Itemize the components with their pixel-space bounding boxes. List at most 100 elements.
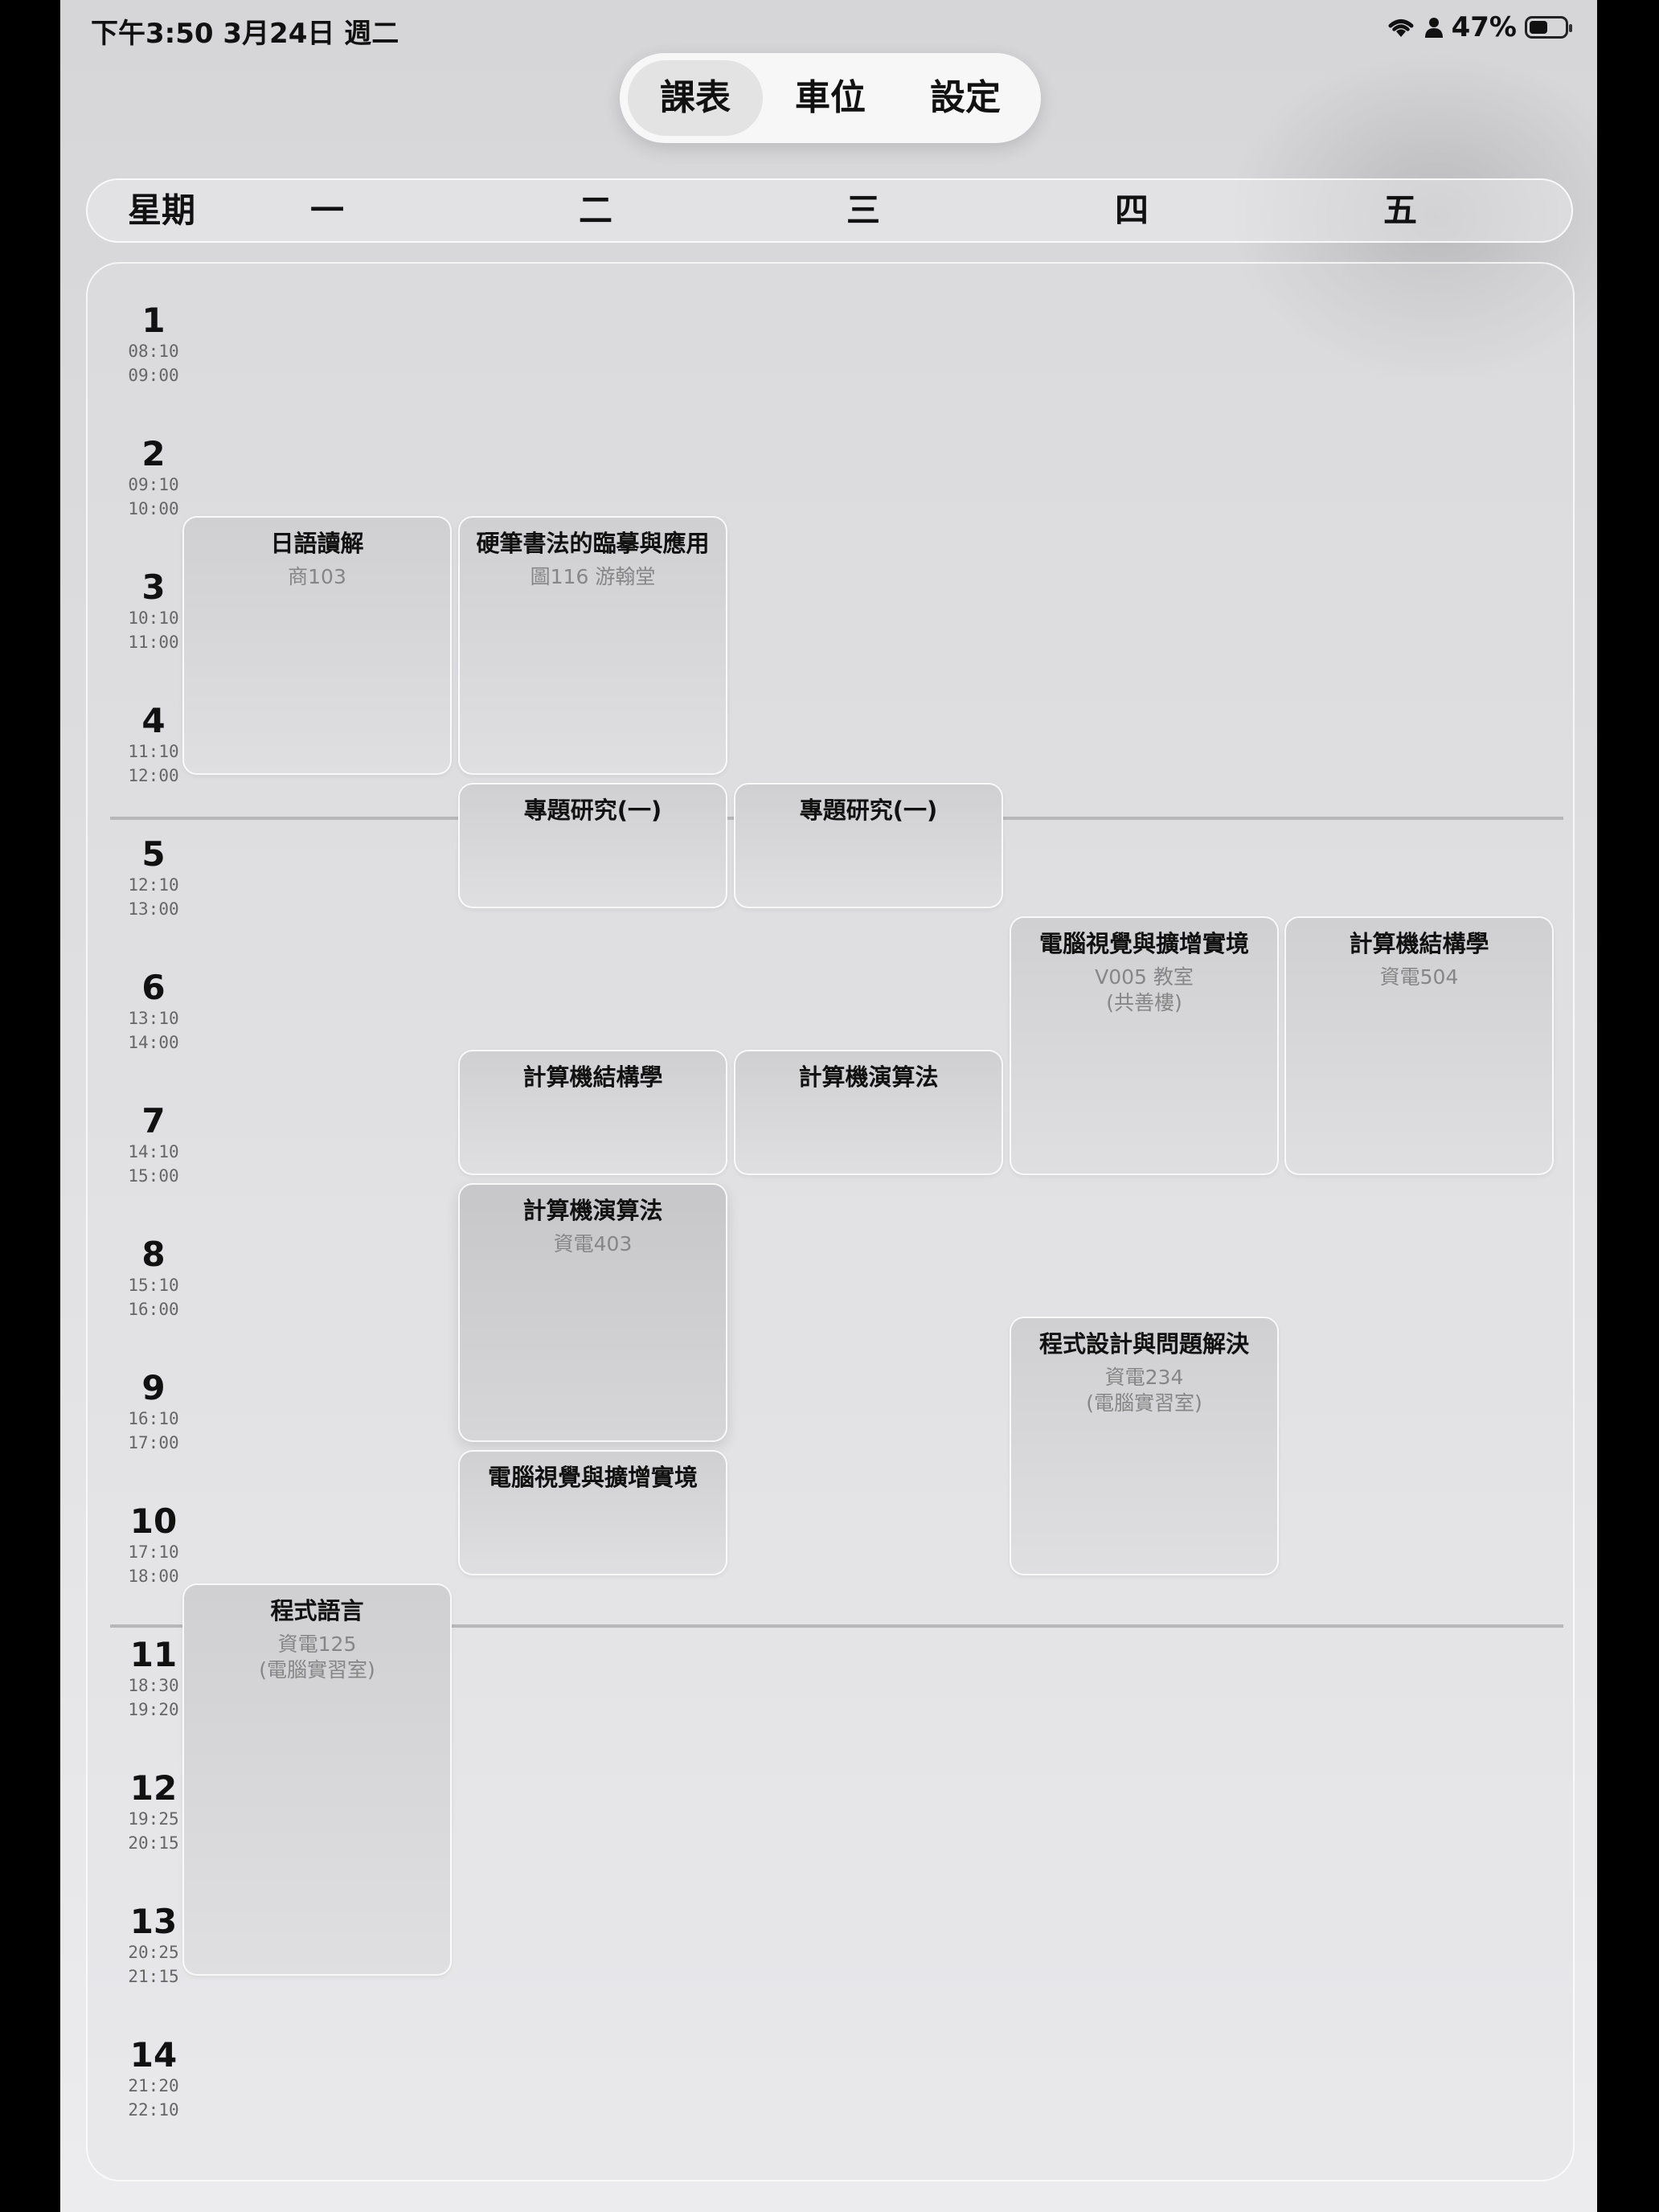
tab-schedule[interactable]: 課表 [628,60,763,136]
course-room-note: (電腦實習室) [259,1658,375,1682]
weekday-label: 星期 [127,190,196,230]
course-room-note: (電腦實習室) [1086,1391,1202,1415]
course-card[interactable]: 程式語言資電125 (電腦實習室) [182,1583,452,1976]
period-start-time: 10:10 [128,608,179,628]
period-number: 5 [141,834,166,874]
weekday-mon: 一 [309,190,345,230]
period-end-time: 19:20 [128,1700,179,1719]
course-title: 硬筆書法的臨摹與應用 [476,530,710,557]
period-number: 9 [141,1368,166,1407]
period-14: 14 21:20 22:10 [113,2037,194,2122]
period-number: 4 [141,701,166,740]
course-title: 電腦視覺與擴增實境 [1038,930,1249,957]
course-title: 計算機演算法 [522,1197,663,1224]
period-6: 6 13:10 14:00 [113,969,194,1055]
period-number: 1 [141,301,166,340]
period-end-time: 16:00 [128,1300,179,1319]
weekday-fri: 五 [1382,190,1418,230]
course-card[interactable]: 計算機結構學 資電504 [1284,916,1554,1175]
period-start-time: 14:10 [128,1142,179,1161]
period-5: 5 12:10 13:00 [113,836,194,921]
course-title: 電腦視覺與擴增實境 [487,1464,698,1491]
period-end-time: 22:10 [128,2100,179,2120]
period-start-time: 08:10 [128,342,179,361]
course-title: 專題研究(一) [799,797,938,824]
course-title: 程式設計與問題解決 [1038,1330,1249,1358]
course-card[interactable]: 硬筆書法的臨摹與應用圖116 游翰堂 [458,516,727,775]
period-end-time: 14:00 [128,1033,179,1052]
period-end-time: 15:00 [128,1166,179,1186]
course-room: 圖116 游翰堂 [530,565,656,588]
battery-percent: 47% [1451,11,1517,43]
tab-parking[interactable]: 車位 [763,60,898,136]
period-start-time: 11:10 [128,742,179,761]
course-room: 資電125 [277,1632,357,1656]
period-number: 7 [141,1101,166,1141]
period-start-time: 13:10 [128,1009,179,1028]
course-card[interactable]: 日語讀解 商103 [182,516,452,775]
period-start-time: 19:25 [128,1809,179,1829]
course-card[interactable]: 計算機演算法 [734,1050,1003,1175]
period-number: 3 [141,567,166,607]
period-number: 13 [129,1902,178,1941]
period-end-time: 12:00 [128,766,179,785]
period-4: 4 11:10 12:00 [113,703,194,788]
period-start-time: 18:30 [128,1676,179,1695]
period-number: 2 [141,434,166,473]
course-card[interactable]: 計算機結構學 [458,1050,727,1175]
period-number: 8 [141,1235,166,1274]
period-13: 13 20:25 21:15 [113,1903,194,1989]
period-11: 11 18:30 19:20 [113,1636,194,1722]
period-number: 10 [129,1501,178,1541]
course-card[interactable]: 專題研究(一) [734,783,1003,908]
course-room: V005 教室 [1095,965,1194,989]
course-title: 計算機演算法 [798,1063,939,1091]
course-room: 資電234 [1104,1366,1184,1389]
battery-icon [1525,16,1572,39]
period-end-time: 13:00 [128,899,179,919]
period-end-time: 17:00 [128,1433,179,1452]
course-room: 資電403 [553,1232,633,1256]
period-start-time: 17:10 [128,1542,179,1562]
course-title: 專題研究(一) [523,797,662,824]
course-title: 日語讀解 [270,530,364,557]
period-1: 1 08:10 09:00 [113,302,194,387]
period-10: 10 17:10 18:00 [113,1503,194,1588]
period-start-time: 09:10 [128,475,179,494]
period-9: 9 16:10 17:00 [113,1370,194,1455]
period-start-time: 21:20 [128,2076,179,2095]
period-end-time: 09:00 [128,366,179,385]
course-card[interactable]: 專題研究(一) [458,783,727,908]
period-8: 8 15:10 16:00 [113,1236,194,1321]
weekday-wed: 三 [846,190,881,230]
period-12: 12 19:25 20:15 [113,1770,194,1855]
status-indicators: 47% [1386,11,1572,43]
weekday-header: 星期 一 二 三 四 五 [86,178,1573,243]
person-icon [1424,18,1443,38]
period-start-time: 20:25 [128,1943,179,1962]
course-room-note: (共善樓) [1106,991,1182,1014]
weekday-thu: 四 [1114,190,1149,230]
course-card[interactable]: 電腦視覺與擴增實境 [458,1450,727,1575]
status-time-date: 下午3:50 3月24日 週二 [91,18,399,50]
period-number: 6 [141,968,166,1007]
tab-settings[interactable]: 設定 [898,60,1033,136]
period-number: 14 [129,2035,178,2075]
course-card[interactable]: 電腦視覺與擴增實境 V005 教室 (共善樓) [1010,916,1279,1175]
period-end-time: 10:00 [128,499,179,518]
period-end-time: 11:00 [128,633,179,652]
period-number: 12 [129,1768,178,1808]
course-card[interactable]: 程式設計與問題解決資電234 (電腦實習室) [1010,1317,1279,1575]
period-2: 2 09:10 10:00 [113,436,194,521]
period-end-time: 20:15 [128,1833,179,1853]
course-title: 程式語言 [270,1597,364,1624]
period-start-time: 12:10 [128,875,179,895]
wifi-icon [1388,19,1414,37]
period-7: 7 14:10 15:00 [113,1103,194,1188]
course-card[interactable]: 計算機演算法 資電403 [458,1183,727,1442]
course-title: 計算機結構學 [522,1063,663,1091]
period-number: 11 [129,1635,178,1674]
course-title: 計算機結構學 [1349,930,1489,957]
period-3: 3 10:10 11:00 [113,569,194,654]
period-start-time: 16:10 [128,1409,179,1428]
